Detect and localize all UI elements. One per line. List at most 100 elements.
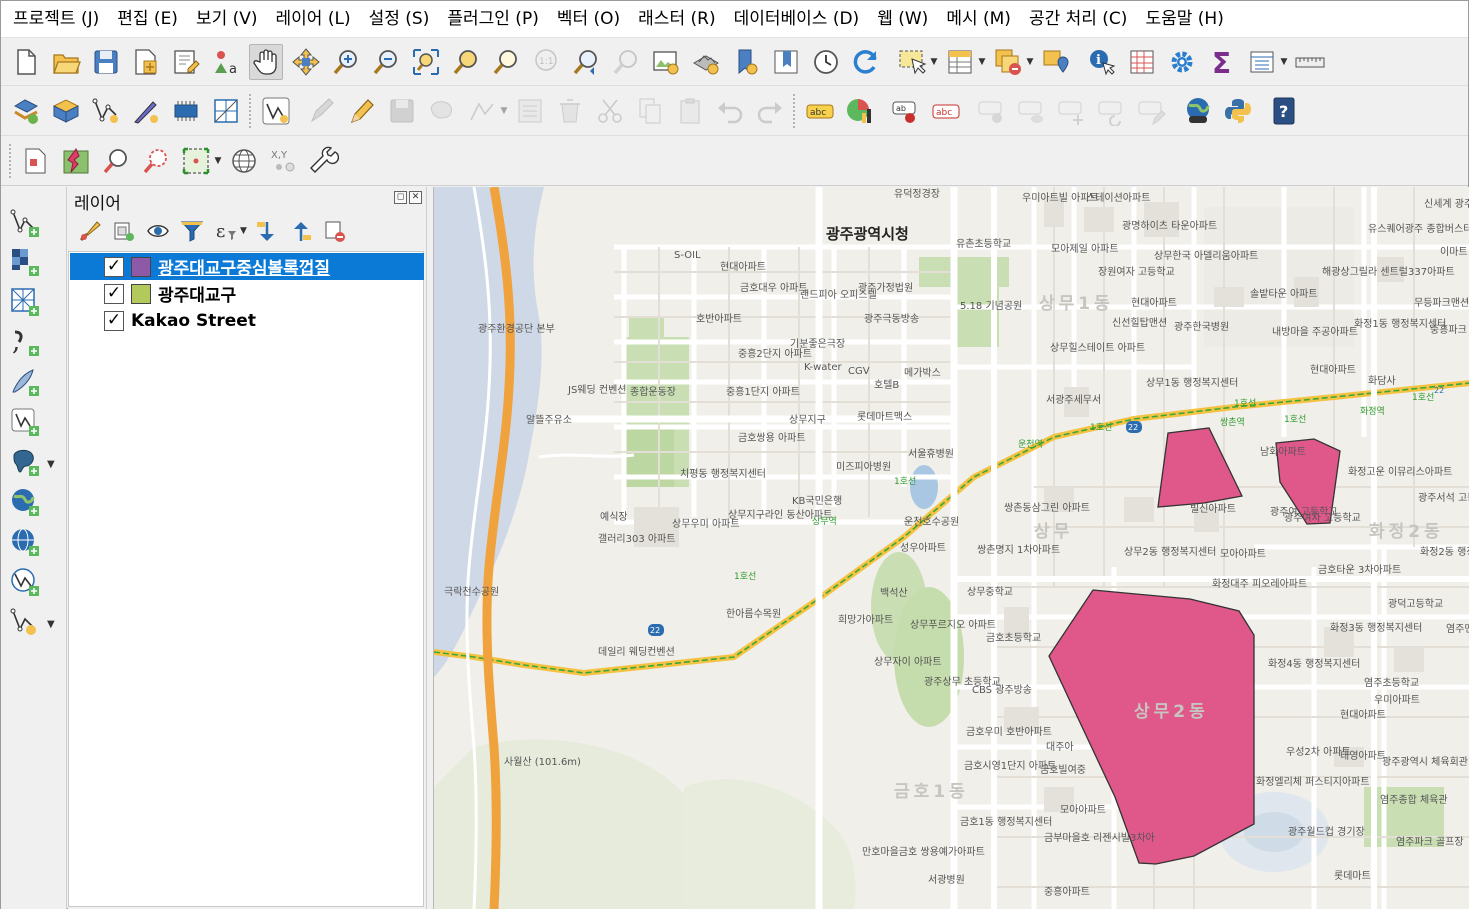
select-features-icon[interactable] (895, 44, 929, 80)
open-project-icon[interactable] (49, 44, 83, 80)
deselect-dropdown-icon[interactable]: ▼ (1025, 44, 1035, 80)
menu-plugins[interactable]: 플러그인 (P) (441, 1, 544, 37)
menu-vector[interactable]: 벡터 (O) (551, 1, 626, 37)
new-3d-view-icon[interactable] (689, 44, 723, 80)
add-vector-layer-icon[interactable] (7, 205, 43, 241)
redo-icon[interactable] (753, 93, 787, 129)
layer-visibility-checkbox[interactable]: ✓ (104, 256, 124, 277)
current-edits-icon[interactable] (305, 93, 339, 129)
processing-toolbox-wrench-icon[interactable] (307, 143, 341, 179)
layer-item-kakao-street[interactable]: ✓ Kakao Street (70, 307, 424, 334)
zoom-full-icon[interactable] (409, 44, 443, 80)
globe-icon[interactable] (227, 143, 261, 179)
menu-mesh[interactable]: 메시 (M) (940, 1, 1017, 37)
pan-hand-icon[interactable] (249, 43, 283, 80)
zoom-to-layer-icon[interactable] (489, 44, 523, 80)
identify-tool-icon[interactable] (139, 143, 173, 179)
zoom-out-icon[interactable] (369, 44, 403, 80)
copy-features-icon[interactable] (633, 93, 667, 129)
menu-edit[interactable]: 편집 (E) (111, 1, 184, 37)
data-source-manager-icon[interactable] (9, 93, 43, 129)
label-move-icon[interactable] (1015, 93, 1049, 129)
paste-features-icon[interactable] (673, 93, 707, 129)
float-panel-icon[interactable]: ◻ (394, 191, 407, 204)
add-wfs-layer-icon[interactable] (7, 564, 43, 600)
label-toolbar-icon[interactable]: abc (803, 93, 837, 129)
menu-processing[interactable]: 공간 처리 (C) (1023, 1, 1134, 37)
new-shapefile-icon[interactable] (129, 93, 163, 129)
zoom-to-selection-tool-icon[interactable] (179, 143, 213, 179)
add-feature-icon[interactable] (425, 93, 459, 129)
panel-splitter[interactable] (426, 187, 433, 909)
add-virtual-layer-icon[interactable] (7, 404, 43, 440)
style-manager-icon[interactable]: a (209, 44, 243, 80)
select-features-dropdown-icon[interactable]: ▼ (929, 44, 939, 80)
filter-expression-icon[interactable]: ε (212, 217, 240, 245)
add-wms-layer-icon[interactable] (7, 484, 43, 520)
visibility-eye-icon[interactable] (144, 217, 172, 245)
save-project-icon[interactable] (89, 44, 123, 80)
show-bookmarks-icon[interactable] (769, 44, 803, 80)
layer-item-convex-hull[interactable]: ✓ 광주대교구중심볼록껍질 (70, 253, 424, 280)
label-properties-icon[interactable] (1135, 93, 1169, 129)
attribute-table-dropdown-icon[interactable]: ▼ (977, 44, 987, 80)
modify-attributes-icon[interactable] (513, 93, 547, 129)
menu-view[interactable]: 보기 (V) (190, 1, 264, 37)
label-rotate-icon[interactable] (1055, 93, 1089, 129)
identify-icon[interactable]: i (1085, 44, 1119, 80)
help-icon[interactable]: ? (1267, 93, 1301, 129)
attribute-summary-icon[interactable] (1125, 44, 1159, 80)
new-memory-layer-icon[interactable] (169, 93, 203, 129)
python-console-icon[interactable] (1221, 93, 1255, 129)
label-highlight-icon[interactable]: abc (929, 93, 963, 129)
add-wcs-layer-icon[interactable] (7, 524, 43, 560)
diagram-icon[interactable] (843, 93, 877, 129)
temporal-controller-icon[interactable] (809, 44, 843, 80)
vector-layer-icon[interactable] (259, 93, 293, 129)
open-attribute-table-icon[interactable] (943, 44, 977, 80)
new-layer-dropdown-icon[interactable]: ▼ (47, 619, 55, 630)
virtual-layer-icon[interactable] (209, 93, 243, 129)
field-calculator-dropdown-icon[interactable]: ▼ (1279, 44, 1289, 80)
menu-help[interactable]: 도움말 (H) (1139, 1, 1229, 37)
new-project-icon[interactable] (9, 44, 43, 80)
expand-all-icon[interactable] (253, 217, 281, 245)
undo-icon[interactable] (713, 93, 747, 129)
add-raster-layer-icon[interactable] (7, 244, 43, 280)
remove-layer-icon[interactable] (321, 217, 349, 245)
cut-features-icon[interactable] (593, 93, 627, 129)
pin-labels-icon[interactable]: ab (889, 93, 923, 129)
add-delimited-text-icon[interactable]: , (7, 324, 43, 360)
pan-to-selection-icon[interactable] (289, 44, 323, 80)
print-layout-icon[interactable] (169, 44, 203, 80)
python-plugin-globe-icon[interactable] (1181, 93, 1215, 129)
add-spatialite-layer-icon[interactable] (7, 364, 43, 400)
filter-legend-icon[interactable] (178, 217, 206, 245)
zoom-tool-dropdown-icon[interactable]: ▼ (213, 143, 223, 179)
postgis-dropdown-icon[interactable]: ▼ (47, 459, 55, 470)
digitize-vertex-icon[interactable] (89, 93, 123, 129)
menu-project[interactable]: 프로젝트 (J) (7, 1, 105, 37)
menu-database[interactable]: 데이터베이스 (D) (728, 1, 866, 37)
add-mesh-layer-icon[interactable] (7, 284, 43, 320)
layer-visibility-checkbox[interactable]: ✓ (104, 310, 124, 331)
save-edits-icon[interactable] (385, 93, 419, 129)
measure-ruler-icon[interactable] (1293, 44, 1327, 80)
close-panel-icon[interactable]: ✕ (409, 191, 422, 204)
style-brush-icon[interactable] (76, 217, 104, 245)
toggle-editing-pencil-icon[interactable] (345, 93, 379, 129)
add-group-icon[interactable] (110, 217, 138, 245)
new-vector-layer-icon[interactable] (7, 604, 43, 640)
map-canvas[interactable]: 광주광역시청 상무1동 금호1동 상무2동 화정2동 상무 유덕정경장 우미아트… (433, 187, 1469, 909)
zoom-native-icon[interactable]: 1:1 (529, 44, 563, 80)
save-as-icon[interactable] (129, 44, 163, 80)
menu-settings[interactable]: 설정 (S) (363, 1, 436, 37)
vertex-tool-dropdown-icon[interactable]: ▼ (499, 93, 509, 129)
georeferencer-icon[interactable] (19, 143, 53, 179)
layer-item-gwangju-diocese[interactable]: ✓ 광주대교구 (70, 280, 424, 307)
new-bookmark-icon[interactable] (729, 44, 763, 80)
zoom-tool-icon[interactable] (99, 143, 133, 179)
settings-gear-icon[interactable] (1165, 44, 1199, 80)
add-postgis-layer-icon[interactable] (7, 444, 43, 480)
field-calculator-icon[interactable] (1245, 44, 1279, 80)
